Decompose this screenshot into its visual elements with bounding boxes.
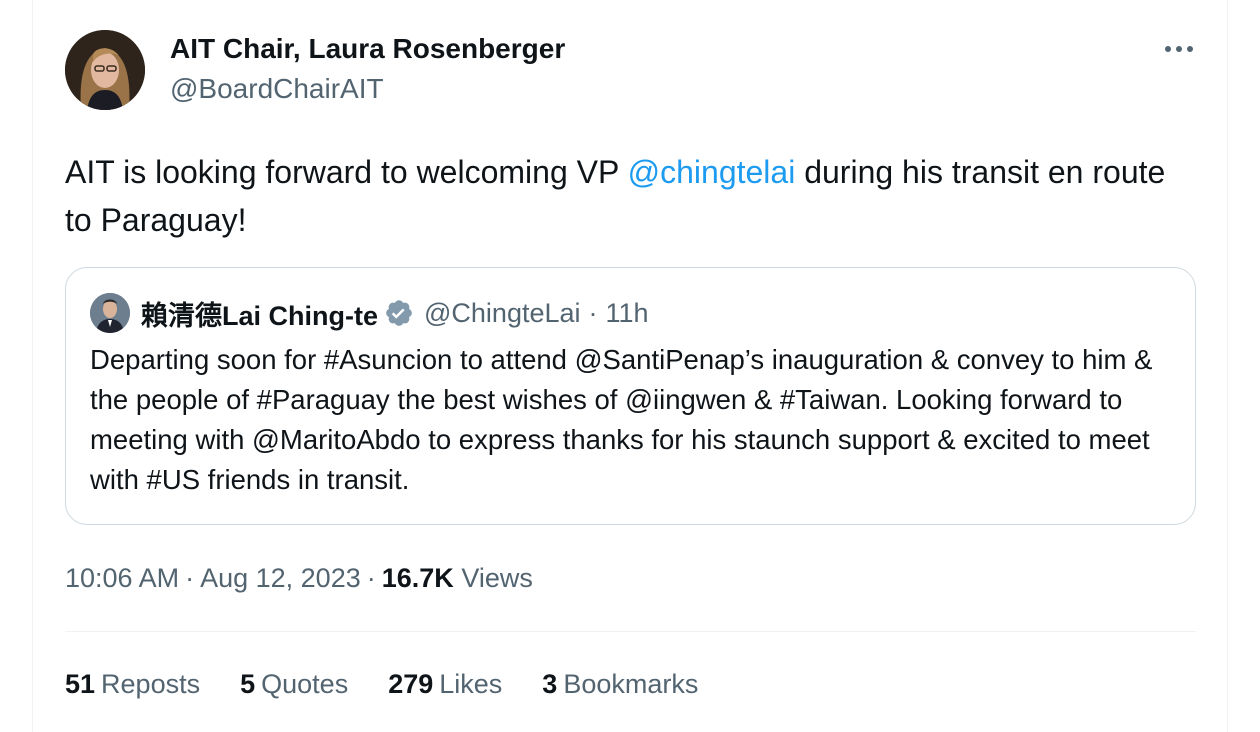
- tweet-date[interactable]: Aug 12, 2023: [200, 563, 361, 593]
- mention-link[interactable]: @chingtelai: [628, 154, 796, 190]
- quoted-timestamp[interactable]: 11h: [606, 298, 649, 329]
- reposts-label: Reposts: [101, 669, 201, 699]
- tweet-text: AIT is looking forward to welcoming VP @…: [65, 154, 1166, 238]
- tweet-meta: 10:06 AM · Aug 12, 2023 · 16.7K Views: [65, 558, 533, 598]
- likes-stat[interactable]: 279 Likes: [388, 664, 502, 704]
- likes-count: 279: [388, 669, 434, 699]
- quotes-count: 5: [240, 669, 256, 699]
- verified-badge-icon: [384, 298, 414, 328]
- bookmarks-label: Bookmarks: [563, 669, 699, 699]
- likes-label: Likes: [439, 669, 503, 699]
- bookmarks-stat[interactable]: 3 Bookmarks: [542, 664, 698, 704]
- quoted-header: 賴清德Lai Ching-te @ChingteLai · 11h: [141, 295, 649, 331]
- tweet-time[interactable]: 10:06 AM: [65, 563, 179, 593]
- divider: [65, 631, 1196, 632]
- quoted-text: Departing soon for #Asuncion to attend @…: [90, 344, 1153, 495]
- tweet-card: AIT Chair, Laura Rosenberger @BoardChair…: [32, 0, 1228, 732]
- quoted-tweet[interactable]: 賴清德Lai Ching-te @ChingteLai · 11h Depart…: [65, 267, 1196, 525]
- reposts-count: 51: [65, 669, 96, 699]
- separator-dot: ·: [366, 563, 376, 593]
- views-label: Views: [461, 563, 533, 593]
- quoted-author-avatar[interactable]: [90, 293, 130, 333]
- author-display-name[interactable]: AIT Chair, Laura Rosenberger: [170, 32, 565, 66]
- separator-dot: ·: [588, 297, 598, 328]
- more-options-button[interactable]: [1159, 34, 1199, 64]
- views-count: 16.7K: [381, 563, 454, 593]
- author-avatar[interactable]: [65, 30, 145, 110]
- quoted-handle[interactable]: @ChingteLai: [424, 298, 581, 329]
- separator-dot: ·: [185, 563, 195, 593]
- quotes-stat[interactable]: 5 Quotes: [240, 664, 348, 704]
- author-handle[interactable]: @BoardChairAIT: [170, 72, 384, 106]
- quoted-display-name[interactable]: 賴清德Lai Ching-te: [141, 294, 378, 333]
- ellipsis-icon: [1165, 46, 1171, 52]
- engagement-stats: 51 Reposts 5 Quotes 279 Likes 3 Bookmarks: [65, 664, 698, 704]
- reposts-stat[interactable]: 51 Reposts: [65, 664, 200, 704]
- quotes-label: Quotes: [261, 669, 349, 699]
- bookmarks-count: 3: [542, 669, 558, 699]
